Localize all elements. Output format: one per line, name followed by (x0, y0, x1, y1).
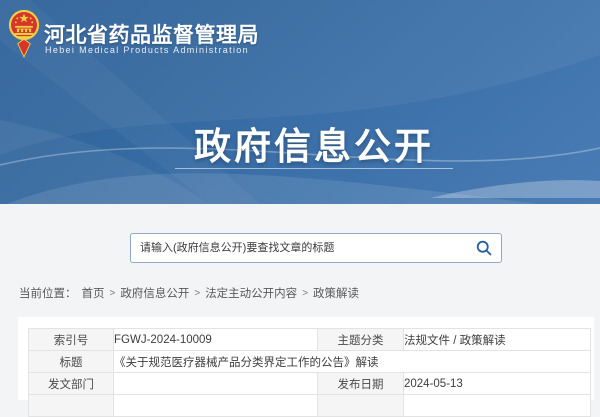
index-number-label: 索引号 (29, 329, 114, 351)
breadcrumb-separator: > (194, 288, 200, 299)
page-title: 政府信息公开 (194, 116, 434, 170)
search-button[interactable] (469, 234, 499, 262)
breadcrumb-separator: > (110, 288, 116, 299)
breadcrumb-current-policy-interpretation: 政策解读 (313, 285, 359, 301)
breadcrumb-statutory-disclosure[interactable]: 法定主动公开内容 (205, 285, 297, 301)
publish-date-value: 2024-05-13 (404, 373, 591, 395)
search-bar (130, 233, 502, 263)
header-banner: 河北省药品监督管理局 Hebei Medical Products Admini… (0, 0, 600, 204)
publish-date-label: 发布日期 (318, 373, 404, 395)
table-row: 标题 《关于规范医疗器械产品分类界定工作的公告》解读 (29, 351, 591, 373)
search-icon (475, 239, 493, 257)
title-underline (175, 168, 453, 169)
table-row: 发文部门 发布日期 2024-05-13 (29, 373, 591, 395)
issuing-department-value (114, 373, 318, 395)
topic-category-value: 法规文件 / 政策解读 (404, 329, 591, 351)
document-meta-table: 索引号 FGWJ-2024-10009 主题分类 法规文件 / 政策解读 标题 … (28, 328, 591, 417)
breadcrumb-gov-info[interactable]: 政府信息公开 (120, 285, 189, 301)
china-national-emblem-icon (8, 7, 40, 59)
breadcrumb-home[interactable]: 首页 (82, 285, 105, 301)
issuing-department-label: 发文部门 (29, 373, 114, 395)
breadcrumb: 当前位置： 首页 > 政府信息公开 > 法定主动公开内容 > 政策解读 (19, 285, 359, 301)
table-row: 索引号 FGWJ-2024-10009 主题分类 法规文件 / 政策解读 (29, 329, 591, 351)
title-value: 《关于规范医疗器械产品分类界定工作的公告》解读 (114, 351, 591, 373)
topic-category-label: 主题分类 (318, 329, 404, 351)
gov-info-disclosure-page: { "header": { "agency_cn": "河北省药品监督管理局",… (0, 0, 600, 400)
title-label: 标题 (29, 351, 114, 373)
breadcrumb-prefix: 当前位置： (19, 285, 77, 301)
agency-logo[interactable]: 河北省药品监督管理局 Hebei Medical Products Admini… (8, 6, 328, 64)
breadcrumb-separator: > (302, 288, 308, 299)
article-info-card: 索引号 FGWJ-2024-10009 主题分类 法规文件 / 政策解读 标题 … (18, 317, 594, 400)
agency-name-en: Hebei Medical Products Administration (45, 45, 325, 55)
index-number-value: FGWJ-2024-10009 (114, 329, 318, 351)
search-input[interactable] (131, 235, 469, 261)
table-row (29, 395, 591, 417)
